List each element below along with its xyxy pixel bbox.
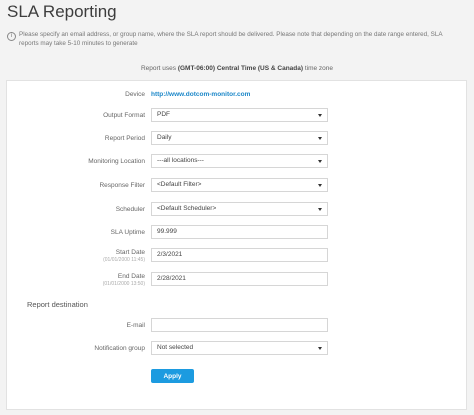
scheduler-value: <Default Scheduler> bbox=[157, 205, 217, 212]
timezone-zone: (GMT-06:00) Central Time (US & Canada) bbox=[177, 65, 304, 72]
scheduler-select[interactable]: <Default Scheduler> bbox=[151, 202, 328, 216]
info-text: Please specify an email address, or grou… bbox=[19, 31, 443, 47]
monitoring-location-select[interactable]: ---all locations--- bbox=[151, 154, 328, 168]
timezone-prefix: Report uses bbox=[140, 65, 178, 72]
start-date-input[interactable]: 2/3/2021 bbox=[151, 248, 328, 262]
email-field[interactable] bbox=[151, 318, 328, 332]
email-label: E-mail bbox=[126, 322, 145, 329]
info-icon: i bbox=[7, 32, 16, 41]
output-format-select[interactable]: PDF bbox=[151, 108, 328, 122]
notification-group-label: Notification group bbox=[94, 345, 145, 352]
apply-button[interactable]: Apply bbox=[151, 369, 194, 383]
chevron-down-icon bbox=[318, 347, 322, 350]
page-title: SLA Reporting bbox=[7, 2, 117, 21]
end-date-input[interactable]: 2/28/2021 bbox=[151, 272, 328, 286]
response-filter-label: Response Filter bbox=[99, 182, 145, 189]
chevron-down-icon bbox=[318, 137, 322, 140]
timezone-suffix: time zone bbox=[303, 65, 334, 72]
end-date-label: End Date (01/01/2000 13:50) bbox=[103, 273, 145, 287]
report-period-select[interactable]: Daily bbox=[151, 131, 328, 145]
scheduler-label: Scheduler bbox=[115, 206, 145, 213]
response-filter-select[interactable]: <Default Filter> bbox=[151, 178, 328, 192]
start-date-hint: (01/01/2000 11:45) bbox=[103, 257, 145, 263]
device-link[interactable]: http://www.dotcom-monitor.com bbox=[151, 91, 250, 98]
device-label: Device bbox=[125, 91, 145, 98]
timezone-notice: Report uses (GMT-06:00) Central Time (US… bbox=[0, 65, 474, 72]
start-date-label: Start Date (01/01/2000 11:45) bbox=[103, 249, 145, 263]
chevron-down-icon bbox=[318, 160, 322, 163]
sla-uptime-label: SLA Uptime bbox=[110, 229, 145, 236]
report-period-value: Daily bbox=[157, 134, 172, 141]
chevron-down-icon bbox=[318, 184, 322, 187]
form-card bbox=[6, 80, 467, 410]
output-format-value: PDF bbox=[157, 111, 170, 118]
chevron-down-icon bbox=[318, 114, 322, 117]
output-format-label: Output Format bbox=[103, 112, 145, 119]
chevron-down-icon bbox=[318, 208, 322, 211]
start-date-label-text: Start Date bbox=[115, 249, 145, 256]
notification-group-value: Not selected bbox=[157, 344, 194, 351]
report-destination-title: Report destination bbox=[27, 300, 88, 309]
report-period-label: Report Period bbox=[104, 135, 145, 142]
monitoring-location-value: ---all locations--- bbox=[157, 157, 204, 164]
end-date-hint: (01/01/2000 13:50) bbox=[102, 281, 145, 287]
end-date-label-text: End Date bbox=[117, 273, 145, 280]
monitoring-location-label: Monitoring Location bbox=[88, 158, 145, 165]
sla-uptime-input[interactable]: 99.999 bbox=[151, 225, 328, 239]
notification-group-select[interactable]: Not selected bbox=[151, 341, 328, 355]
response-filter-value: <Default Filter> bbox=[157, 181, 202, 188]
